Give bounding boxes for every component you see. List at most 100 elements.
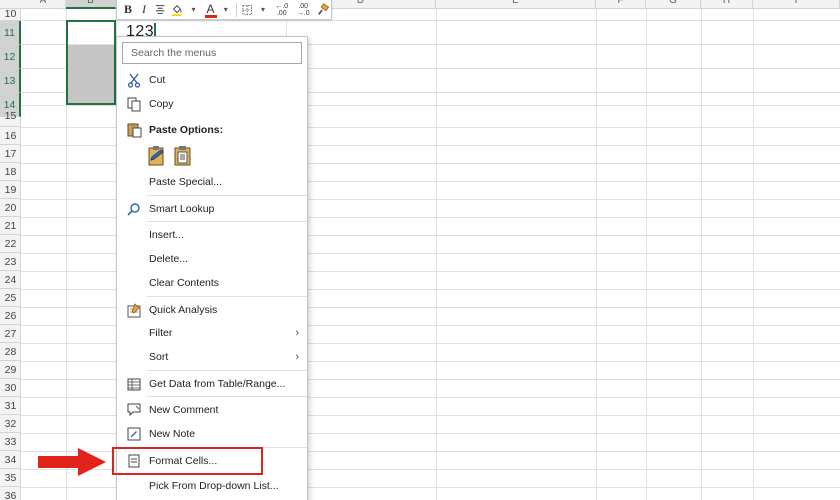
menu-item-label: Insert... — [149, 229, 185, 241]
chevron-right-icon: › — [295, 327, 299, 339]
row-header[interactable]: 25 — [0, 289, 21, 307]
row-header[interactable]: 17 — [0, 145, 21, 163]
chevron-down-icon[interactable]: ▾ — [256, 1, 270, 19]
menu-item-label: Paste Special... — [149, 176, 222, 188]
smart-lookup-icon — [126, 201, 142, 217]
column-header-i[interactable]: I — [753, 0, 840, 9]
column-header-g[interactable]: G — [646, 0, 701, 9]
menu-item-label: Paste Options: — [149, 124, 224, 136]
column-header-h[interactable]: H — [701, 0, 753, 9]
row-header[interactable]: 13 — [0, 69, 21, 93]
menu-item-clear-contents[interactable]: Clear Contents — [117, 271, 307, 295]
paste-clipboard-icon[interactable] — [173, 145, 193, 167]
gridline — [21, 20, 840, 21]
row-header[interactable]: 28 — [0, 343, 21, 361]
column-header-f[interactable]: F — [596, 0, 646, 9]
font-color-button[interactable]: A — [203, 1, 217, 19]
row-header[interactable]: 12 — [0, 45, 21, 69]
chevron-right-icon: › — [295, 351, 299, 363]
menu-item-filter[interactable]: Filter › — [117, 321, 307, 345]
row-header[interactable]: 29 — [0, 361, 21, 379]
menu-item-sort[interactable]: Sort › — [117, 345, 307, 369]
menu-separator — [147, 396, 307, 397]
gridline — [596, 9, 597, 500]
menu-item-get-data[interactable]: Get Data from Table/Range... — [117, 372, 307, 396]
font-color-bar — [204, 14, 217, 18]
menu-item-label: Sort — [149, 351, 169, 363]
font-color-letter: A — [206, 1, 215, 16]
increase-decimal-button[interactable]: ←.0 .00 — [272, 1, 291, 19]
menu-item-label: Filter — [149, 327, 173, 339]
menu-separator — [147, 370, 307, 371]
borders-icon[interactable] — [240, 1, 254, 19]
paint-bucket-icon[interactable] — [169, 1, 184, 19]
menu-item-label: Pick From Drop-down List... — [149, 480, 279, 492]
menu-item-pick-dropdown[interactable]: Pick From Drop-down List... — [117, 474, 307, 498]
menu-item-label: Get Data from Table/Range... — [149, 378, 286, 390]
row-header[interactable]: 30 — [0, 379, 21, 397]
menu-item-label: New Comment — [149, 404, 219, 416]
row-header[interactable]: 32 — [0, 415, 21, 433]
row-header[interactable]: 19 — [0, 181, 21, 199]
menu-item-paste-special[interactable]: Paste Special... — [117, 170, 307, 194]
gridline — [701, 9, 702, 500]
row-header[interactable]: 10 — [0, 3, 21, 21]
row-header[interactable]: 20 — [0, 199, 21, 217]
menu-item-new-comment[interactable]: New Comment — [117, 398, 307, 422]
paste-values-icon[interactable] — [147, 145, 167, 167]
row-header-bar: 10 11 12 13 14 15 16 17 18 19 20 21 22 2… — [0, 8, 21, 500]
row-header[interactable]: 21 — [0, 217, 21, 235]
column-header-a[interactable]: A — [21, 0, 66, 9]
row-header[interactable]: 18 — [0, 163, 21, 181]
menu-item-copy[interactable]: Copy — [117, 92, 307, 116]
paste-icon — [126, 122, 142, 138]
highlight-box — [112, 447, 263, 475]
cut-icon — [126, 72, 142, 88]
menu-item-label: Copy — [149, 98, 174, 110]
red-arrow-icon — [38, 448, 106, 476]
menu-item-label: Quick Analysis — [149, 304, 218, 316]
menu-item-label: Clear Contents — [149, 277, 220, 289]
menu-item-cut[interactable]: Cut — [117, 68, 307, 92]
row-header[interactable]: 34 — [0, 451, 21, 469]
menu-item-new-note[interactable]: New Note — [117, 422, 307, 446]
bold-button[interactable]: B — [121, 1, 135, 19]
menu-item-paste-options: Paste Options: — [117, 118, 307, 142]
row-header[interactable]: 16 — [0, 127, 21, 145]
column-header-b[interactable]: B — [66, 0, 116, 9]
gridline — [753, 9, 754, 500]
get-data-icon — [126, 376, 142, 392]
new-note-icon — [126, 426, 142, 442]
copy-icon — [126, 96, 142, 112]
menu-separator — [147, 195, 307, 196]
row-header[interactable]: 22 — [0, 235, 21, 253]
menu-item-label: Smart Lookup — [149, 203, 215, 215]
row-header[interactable]: 36 — [0, 487, 21, 500]
row-header[interactable]: 31 — [0, 397, 21, 415]
menu-separator — [147, 296, 307, 297]
chevron-down-icon[interactable]: ▾ — [219, 1, 233, 19]
cell-selection-border[interactable] — [66, 20, 116, 105]
menu-item-delete[interactable]: Delete... — [117, 247, 307, 271]
row-header[interactable]: 23 — [0, 253, 21, 271]
decrease-decimal-button[interactable]: .00 →.0 — [293, 1, 312, 19]
italic-button[interactable]: I — [137, 1, 151, 19]
row-header[interactable]: 33 — [0, 433, 21, 451]
menu-item-smart-lookup[interactable]: Smart Lookup — [117, 197, 307, 221]
gridline — [436, 9, 437, 500]
context-menu: Search the menus Cut Copy Paste Options:… — [116, 36, 308, 500]
menu-item-quick-analysis[interactable]: Quick Analysis — [117, 298, 307, 322]
row-header[interactable]: 15 — [0, 105, 21, 127]
toolbar-separator — [235, 2, 237, 17]
row-header[interactable]: 24 — [0, 271, 21, 289]
row-header[interactable]: 35 — [0, 469, 21, 487]
menu-item-insert[interactable]: Insert... — [117, 223, 307, 247]
row-header[interactable]: 26 — [0, 307, 21, 325]
align-center-icon[interactable] — [153, 1, 167, 19]
column-header-e[interactable]: E — [436, 0, 596, 9]
format-painter-icon[interactable] — [315, 1, 331, 19]
menu-search-input[interactable]: Search the menus — [122, 42, 302, 64]
row-header[interactable]: 27 — [0, 325, 21, 343]
chevron-down-icon[interactable]: ▾ — [187, 1, 201, 19]
row-header[interactable]: 11 — [0, 21, 21, 45]
